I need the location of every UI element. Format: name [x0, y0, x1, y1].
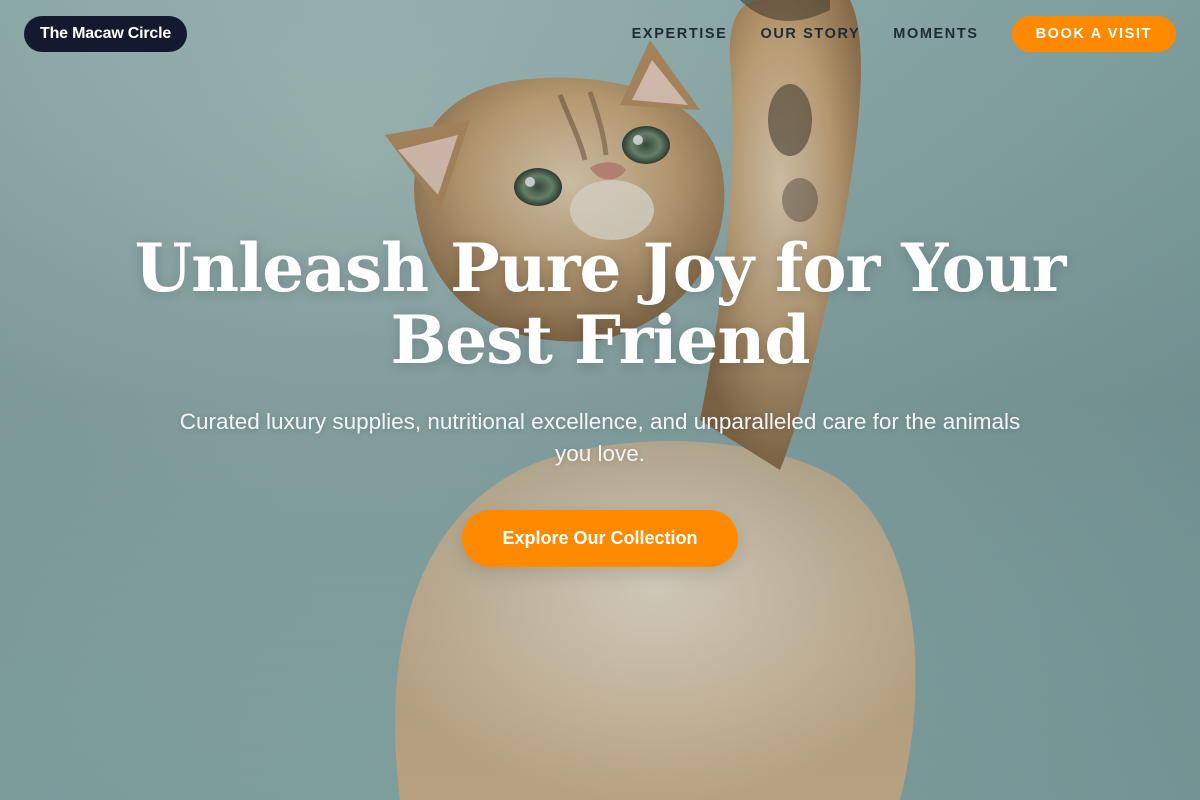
hero-content: Unleash Pure Joy for Your Best Friend Cu… [0, 232, 1200, 567]
nav-links: EXPERTISE OUR STORY MOMENTS BOOK A VISIT [632, 16, 1176, 52]
book-a-visit-button[interactable]: BOOK A VISIT [1011, 16, 1176, 52]
top-navigation: The Macaw Circle EXPERTISE OUR STORY MOM… [0, 0, 1200, 68]
hero-headline-line-1: Unleash Pure Joy for Your [134, 229, 1067, 307]
nav-link-moments[interactable]: MOMENTS [893, 26, 978, 42]
nav-link-our-story[interactable]: OUR STORY [760, 26, 860, 42]
hero-subtitle: Curated luxury supplies, nutritional exc… [179, 409, 1021, 466]
hero-section: The Macaw Circle EXPERTISE OUR STORY MOM… [0, 0, 1200, 800]
nav-link-expertise[interactable]: EXPERTISE [632, 26, 728, 42]
hero-headline: Unleash Pure Joy for Your Best Friend [0, 232, 1200, 376]
brand-logo[interactable]: The Macaw Circle [24, 16, 188, 52]
hero-headline-line-2: Best Friend [390, 301, 810, 379]
explore-collection-button[interactable]: Explore Our Collection [462, 510, 738, 567]
